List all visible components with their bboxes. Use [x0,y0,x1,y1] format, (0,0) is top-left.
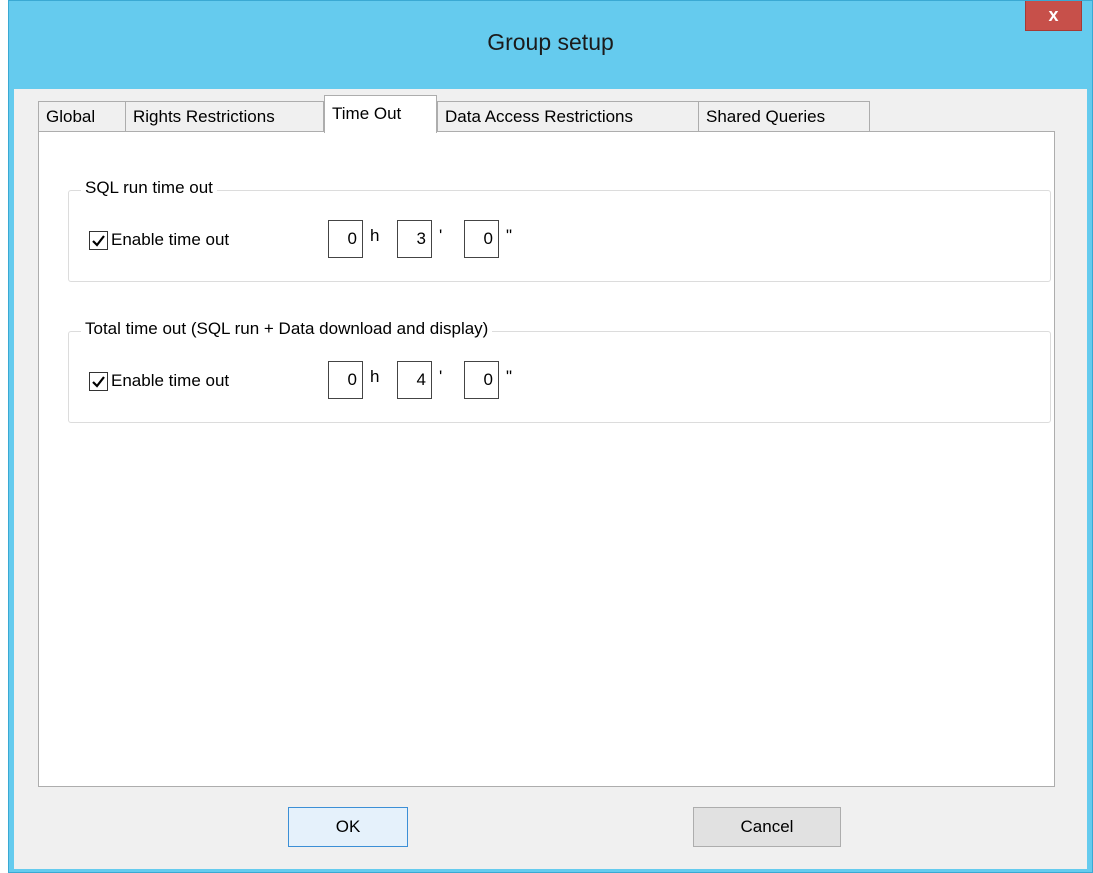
sql-minutes-input[interactable]: 3 [397,220,432,258]
sql-timeout-group: SQL run time out Enable time out 0 h 3 '… [68,178,1051,282]
checkbox-box[interactable] [89,230,108,250]
total-timeout-enable-checkbox[interactable]: Enable time out [89,371,229,391]
tab-time-out[interactable]: Time Out [324,95,437,133]
total-minutes-input[interactable]: 4 [397,361,432,399]
checkbox-label: Enable time out [111,230,230,249]
total-hours-input[interactable]: 0 [328,361,363,399]
cancel-button[interactable]: Cancel [693,807,841,847]
total-seconds-input[interactable]: 0 [464,361,499,399]
minutes-unit-label: ' [439,367,443,386]
total-timeout-legend: Total time out (SQL run + Data download … [81,319,493,339]
sql-timeout-enable-checkbox[interactable]: Enable time out [89,230,229,250]
checkmark-icon [92,375,105,388]
minutes-unit-label: ' [439,226,443,245]
hours-unit-label: h [370,226,380,245]
seconds-unit-label: " [506,226,513,245]
tab-rights-restrictions[interactable]: Rights Restrictions [125,101,324,132]
dialog-client-area: Global Rights Restrictions Time Out Data… [14,89,1087,869]
sql-seconds-input[interactable]: 0 [464,220,499,258]
title-bar[interactable]: Group setup x [9,1,1092,89]
seconds-unit-label: " [506,367,513,386]
tab-shared-queries[interactable]: Shared Queries [698,101,870,132]
sql-hours-input[interactable]: 0 [328,220,363,258]
close-button[interactable]: x [1025,1,1082,31]
checkmark-icon [92,234,105,247]
dialog-window: Group setup x Global Rights Restrictions… [8,0,1093,873]
close-icon: x [1048,5,1059,25]
tab-panel-time-out: SQL run time out Enable time out 0 h 3 '… [38,131,1055,787]
checkbox-label: Enable time out [111,371,230,390]
tab-global[interactable]: Global [38,101,126,132]
window-title: Group setup [487,29,614,55]
hours-unit-label: h [370,367,380,386]
ok-button[interactable]: OK [288,807,408,847]
tab-data-access-restrictions[interactable]: Data Access Restrictions [437,101,699,132]
sql-timeout-legend: SQL run time out [81,178,217,198]
total-timeout-group: Total time out (SQL run + Data download … [68,319,1051,423]
checkbox-box[interactable] [89,371,108,391]
